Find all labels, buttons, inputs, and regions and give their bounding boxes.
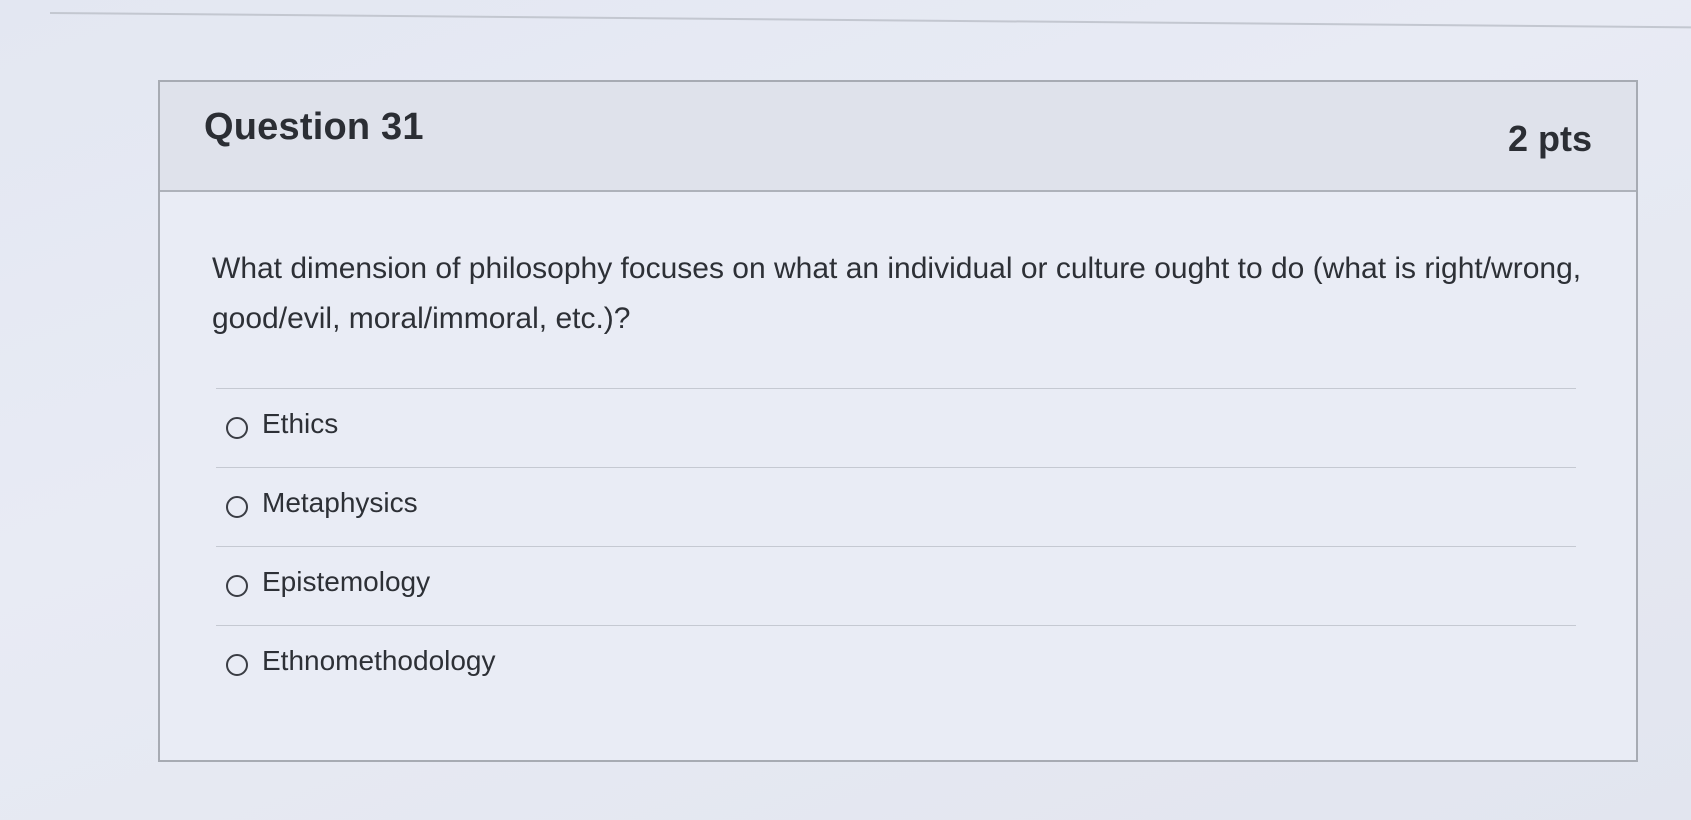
answer-label-epistemology[interactable]: Epistemology [262,566,430,598]
answer-option-epistemology[interactable]: Epistemology [216,546,1576,625]
answer-label-ethics[interactable]: Ethics [262,408,338,440]
radio-button-epistemology[interactable] [226,575,248,597]
answer-option-ethics[interactable]: Ethics [216,388,1576,467]
radio-button-ethnomethodology[interactable] [226,654,248,676]
radio-button-metaphysics[interactable] [226,496,248,518]
page-divider [49,12,1691,29]
question-text: What dimension of philosophy focuses on … [212,252,1582,335]
question-card: Question 31 2 pts What dimension of phil… [158,80,1638,762]
answer-label-ethnomethodology[interactable]: Ethnomethodology [262,645,496,677]
answer-list: Ethics Metaphysics Epistemology Ethnomet… [216,388,1576,704]
radio-button-ethics[interactable] [226,417,248,439]
question-points: 2 pts [1507,118,1592,159]
question-header: Question 31 2 pts [160,82,1636,192]
answer-option-metaphysics[interactable]: Metaphysics [216,467,1576,546]
answer-label-metaphysics[interactable]: Metaphysics [262,487,418,519]
question-title: Question 31 [204,106,424,148]
answer-option-ethnomethodology[interactable]: Ethnomethodology [216,625,1576,704]
